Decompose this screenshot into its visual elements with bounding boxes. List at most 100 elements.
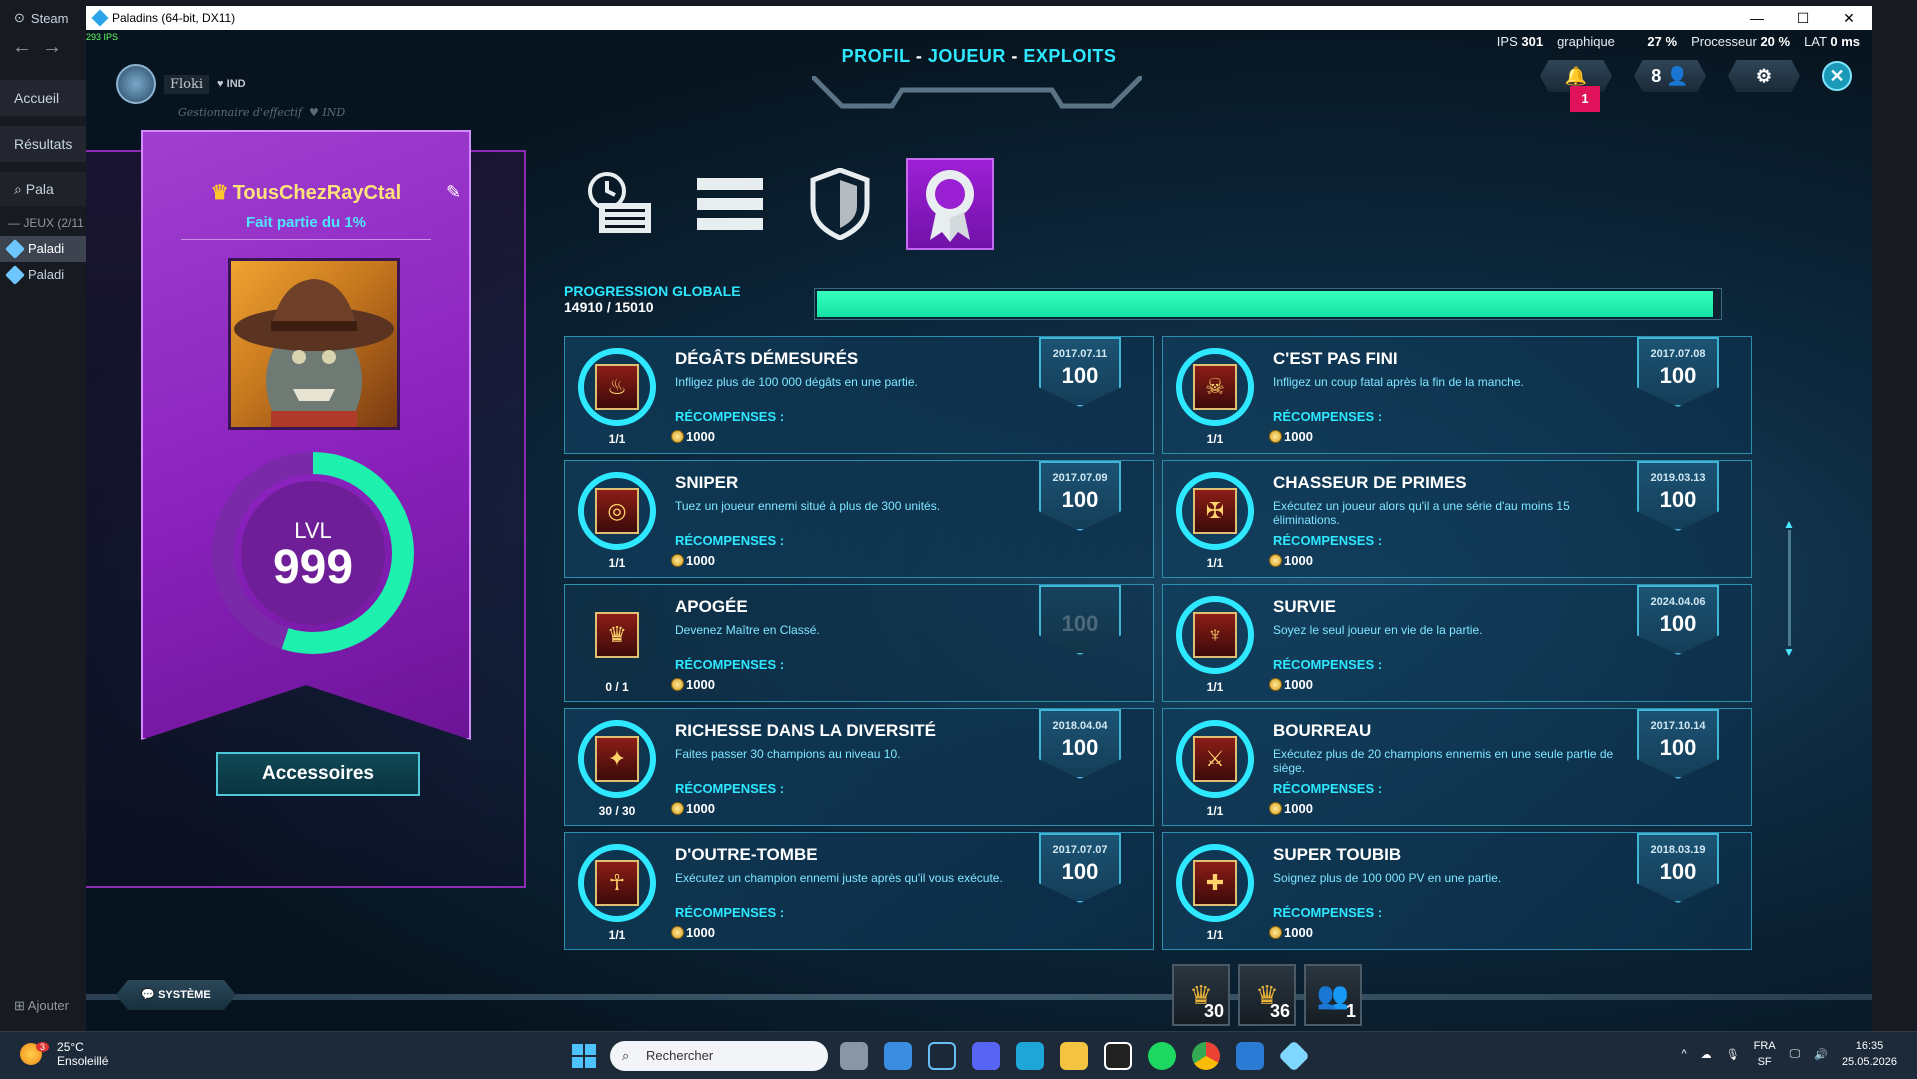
taskbar-apps <box>840 1040 1310 1072</box>
steam-home[interactable]: Accueil <box>0 80 88 116</box>
tab-list[interactable] <box>686 158 774 250</box>
player-chip[interactable]: Floki ♥ IND <box>116 64 246 104</box>
paladins-icon <box>5 265 25 285</box>
editor-icon[interactable] <box>1236 1042 1264 1070</box>
network-icon[interactable]: ☁ <box>1701 1048 1712 1061</box>
achievement-card[interactable]: ♨ 1/1 DÉGÂTS DÉMESURÉS Infligez plus de … <box>564 336 1154 454</box>
rewards-label: RÉCOMPENSES : <box>675 533 785 548</box>
volume-icon[interactable]: 🔊 <box>1814 1048 1828 1061</box>
clock[interactable]: 16:35 25.05.2026 <box>1842 1038 1897 1070</box>
steam-icon[interactable] <box>928 1042 956 1070</box>
rank-badge[interactable]: ♛ 30 <box>1172 964 1230 1026</box>
start-button[interactable] <box>572 1044 596 1068</box>
display-icon[interactable]: 🖵 <box>1790 1048 1801 1061</box>
chevron-up-icon[interactable]: ^ <box>1681 1048 1686 1060</box>
achievement-card[interactable]: ✚ 1/1 SUPER TOUBIB Soignez plus de 100 0… <box>1162 832 1752 950</box>
achievement-points: 100 <box>1061 487 1099 512</box>
steam-results[interactable]: Résultats <box>0 126 88 162</box>
achievement-description: Exécutez plus de 20 champions ennemis en… <box>1273 747 1614 775</box>
rank-badge[interactable]: 👥 1 <box>1304 964 1362 1026</box>
crown-icon: ♛ <box>210 182 229 204</box>
paladins-icon[interactable] <box>1278 1040 1310 1072</box>
rewards-label: RÉCOMPENSES : <box>675 781 785 796</box>
achievement-count: 1/1 <box>608 432 626 446</box>
achievement-card[interactable]: ♛ 0 / 1 APOGÉE Devenez Maître en Classé.… <box>564 584 1154 702</box>
scroll-rail[interactable] <box>1788 530 1791 646</box>
close-game-button[interactable]: ✕ <box>1822 61 1852 91</box>
achievement-card[interactable]: ♆ 1/1 SURVIE Soyez le seul joueur en vie… <box>1162 584 1752 702</box>
minimize-button[interactable]: — <box>1734 6 1780 30</box>
achievement-title: SUPER TOUBIB <box>1273 845 1402 864</box>
coin-icon <box>671 926 684 939</box>
achievement-emblem-icon: ♨ <box>595 364 639 410</box>
party-button[interactable]: 8 👤 <box>1634 60 1706 92</box>
achievement-card[interactable]: ◎ 1/1 SNIPER Tuez un joueur ennemi situé… <box>564 460 1154 578</box>
achievement-points: 100 <box>1061 611 1099 636</box>
steam-brand[interactable]: ⊙ Steam <box>0 0 88 36</box>
tab-achievements[interactable] <box>906 158 994 250</box>
cpu-stat: Processeur 20 % <box>1691 34 1791 49</box>
mail-icon[interactable] <box>1104 1042 1132 1070</box>
achievement-points: 100 <box>1061 735 1099 760</box>
weather-widget[interactable]: 3 25°C Ensoleillé <box>20 1040 108 1068</box>
steam-game-item[interactable]: Paladi <box>0 262 88 288</box>
achievement-points: 100 <box>1659 363 1697 388</box>
steam-add-game[interactable]: ⊞ Ajouter <box>14 998 69 1014</box>
achievements-scrollbar[interactable]: ▲ ▼ <box>1783 518 1795 658</box>
achievement-count: 1/1 <box>1206 556 1224 570</box>
window-controls: — ☐ ✕ <box>1734 6 1872 30</box>
avatar <box>116 64 156 104</box>
steam-game-item[interactable]: Paladi <box>0 236 88 262</box>
reward-amount: 1000 <box>671 553 715 568</box>
discord-icon[interactable] <box>972 1042 1000 1070</box>
coin-icon <box>671 802 684 815</box>
accessories-button[interactable]: Accessoires <box>216 752 420 796</box>
folder-icon[interactable] <box>1060 1042 1088 1070</box>
achievement-card[interactable]: ✠ 1/1 CHASSEUR DE PRIMES Exécutez un jou… <box>1162 460 1752 578</box>
paladins-icon <box>5 239 25 259</box>
achievement-date: 2018.04.04 <box>1052 720 1108 732</box>
maximize-button[interactable]: ☐ <box>1780 6 1826 30</box>
tab-loadout[interactable] <box>796 158 884 250</box>
edge-icon[interactable] <box>1016 1042 1044 1070</box>
gear-icon: ⚙ <box>1755 65 1773 86</box>
steam-search-input[interactable]: ⌕ Pala <box>0 172 88 206</box>
forward-arrow-icon[interactable]: → <box>42 36 72 58</box>
achievement-title: SURVIE <box>1273 597 1336 616</box>
steam-games-header[interactable]: — JEUX (2/11 <box>0 216 88 230</box>
achievement-card[interactable]: ✦ 30 / 30 RICHESSE DANS LA DIVERSITÉ Fai… <box>564 708 1154 826</box>
achievement-card[interactable]: ☠ 1/1 C'EST PAS FINI Infligez un coup fa… <box>1162 336 1752 454</box>
avatar[interactable] <box>228 258 400 430</box>
window-titlebar[interactable]: Paladins (64-bit, DX11) — ☐ ✕ <box>86 6 1872 30</box>
system-chat-button[interactable]: 💬 SYSTÈME <box>116 980 236 1010</box>
reward-amount: 1000 <box>671 677 715 692</box>
edit-icon[interactable]: ✎ <box>446 182 461 203</box>
achievement-card[interactable]: ⚔ 1/1 BOURREAU Exécutez plus de 20 champ… <box>1162 708 1752 826</box>
spotify-icon[interactable] <box>1148 1042 1176 1070</box>
chrome-icon[interactable] <box>1192 1042 1220 1070</box>
taskbar-search[interactable]: ⌕ Rechercher <box>610 1041 828 1071</box>
achievement-description: Soignez plus de 100 000 PV en une partie… <box>1273 871 1502 885</box>
rewards-label: RÉCOMPENSES : <box>1273 781 1383 796</box>
microphone-icon[interactable]: 🎙 <box>1726 1048 1740 1061</box>
tab-stats[interactable] <box>576 158 664 250</box>
profile-tabs <box>576 158 994 250</box>
title-ornament <box>812 76 1142 109</box>
achievement-count: 1/1 <box>608 556 626 570</box>
achievement-points: 100 <box>1061 859 1099 884</box>
achievement-points: 100 <box>1659 735 1697 760</box>
achievement-emblem-icon: ⚔ <box>1193 736 1237 782</box>
scroll-down-icon[interactable]: ▼ <box>1783 646 1795 658</box>
rank-badge[interactable]: ♛ 36 <box>1238 964 1296 1026</box>
settings-button[interactable]: ⚙ <box>1728 60 1800 92</box>
back-arrow-icon[interactable]: ← <box>12 36 42 58</box>
language-indicator[interactable]: FRA SF <box>1754 1038 1776 1070</box>
achievement-emblem-icon: ♆ <box>1193 612 1237 658</box>
scroll-up-icon[interactable]: ▲ <box>1783 518 1795 530</box>
achievement-description: Devenez Maître en Classé. <box>675 623 820 637</box>
task-view-icon[interactable] <box>840 1042 868 1070</box>
store-icon[interactable] <box>884 1042 912 1070</box>
close-button[interactable]: ✕ <box>1826 6 1872 30</box>
shield-icon <box>810 168 870 240</box>
achievement-card[interactable]: ☥ 1/1 D'OUTRE-TOMBE Exécutez un champion… <box>564 832 1154 950</box>
